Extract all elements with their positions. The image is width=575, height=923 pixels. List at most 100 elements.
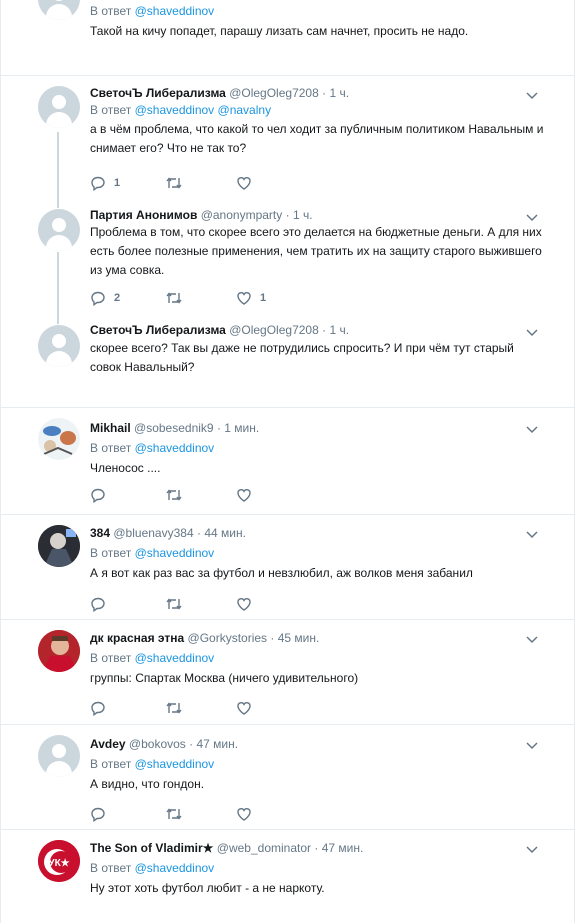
tweet[interactable]: 384 @bluenavy384 · 44 мин. В ответ @shav… [1, 515, 574, 619]
avatar[interactable] [38, 630, 80, 672]
author-name[interactable]: дк красная этна [90, 631, 184, 645]
reply-icon [90, 700, 106, 716]
author-name[interactable]: Партия Анонимов [90, 208, 197, 222]
reply-prefix: В ответ [90, 103, 132, 117]
tweet-time[interactable]: 1 ч. [293, 208, 313, 222]
mention-link[interactable]: @shaveddinov [135, 651, 215, 665]
like-button[interactable] [236, 699, 252, 717]
tweet-header: Партия Анонимов @anonymparty · 1 ч. [90, 208, 313, 222]
tweet[interactable]: Mikhail @sobesednik9 · 1 мин. В ответ @s… [1, 408, 574, 514]
tweet-time[interactable]: 44 мин. [204, 526, 246, 540]
avatar[interactable] [38, 735, 80, 777]
reply-prefix: В ответ [90, 651, 132, 665]
author-name[interactable]: Mikhail [90, 421, 131, 435]
tweet-header: 384 @bluenavy384 · 44 мин. [90, 526, 246, 540]
retweet-button[interactable] [165, 486, 183, 504]
avatar-logo-text: УК★ [48, 858, 69, 869]
mention-link[interactable]: @shaveddinov [135, 757, 215, 771]
tweet-time[interactable]: 47 мин. [322, 841, 364, 855]
author-handle[interactable]: @web_dominator [217, 841, 311, 855]
retweet-button[interactable] [165, 289, 183, 307]
chevron-down-icon[interactable] [525, 738, 539, 752]
tweet-text: Такой на кичу попадет, парашу лизать сам… [90, 24, 469, 38]
like-button[interactable] [236, 174, 252, 192]
mention-link[interactable]: @shaveddinov [135, 441, 215, 455]
avatar[interactable] [38, 325, 80, 367]
tweet[interactable]: Avdey @bokovos · 47 мин. В ответ @shaved… [1, 725, 574, 829]
reply-button[interactable] [90, 595, 106, 613]
tweet-actions [90, 699, 290, 717]
tweet-header: The Son of Vladimir★ @web_dominator · 47… [90, 841, 364, 855]
tweet[interactable]: УК★ The Son of Vladimir★ @web_dominator … [1, 830, 574, 923]
author-name[interactable]: The Son of Vladimir★ [90, 841, 213, 855]
chevron-down-icon[interactable] [525, 527, 539, 541]
retweet-button[interactable] [165, 595, 183, 613]
retweet-button[interactable] [165, 805, 183, 823]
author-name[interactable]: СветочЪ Либерализма [90, 323, 226, 337]
author-handle[interactable]: @bokovos [129, 737, 186, 751]
author-handle[interactable]: @OlegOleg7208 [229, 323, 319, 337]
heart-icon [236, 700, 252, 716]
author-name[interactable]: Avdey [90, 737, 126, 751]
reply-icon [90, 596, 106, 612]
tweet[interactable]: Партия Анонимов @anonymparty · 1 ч. Проб… [1, 200, 574, 316]
mention-link[interactable]: @navalny [218, 103, 272, 117]
tweet-time[interactable]: 45 мин. [278, 631, 320, 645]
avatar[interactable] [38, 418, 80, 460]
heart-icon [236, 806, 252, 822]
author-name[interactable]: СветочЪ Либерализма [90, 86, 226, 100]
mention-link[interactable]: @shaveddinov [135, 103, 215, 117]
reply-button[interactable]: 2 [90, 289, 120, 307]
mention-link[interactable]: @shaveddinov [135, 4, 215, 18]
mention-link[interactable]: @shaveddinov [135, 861, 215, 875]
avatar[interactable] [38, 525, 80, 567]
tweet[interactable]: дк красная этна @Gorkystories · 45 мин. … [1, 620, 574, 724]
chevron-down-icon[interactable] [525, 842, 539, 856]
tweet[interactable]: СветочЪ Либерализма @OlegOleg7208 · 1 ч.… [1, 76, 574, 200]
reply-button[interactable] [90, 699, 106, 717]
reply-icon [90, 806, 106, 822]
reply-context: В ответ @shaveddinov [90, 439, 544, 457]
like-button[interactable]: 1 [236, 289, 266, 307]
reply-button[interactable] [90, 805, 106, 823]
tweet-time[interactable]: 47 мин. [197, 737, 239, 751]
retweet-icon [165, 806, 183, 822]
chevron-down-icon[interactable] [525, 210, 539, 224]
tweet-actions: 1 [90, 174, 290, 192]
tweet[interactable]: СветочЪ Либерализма @OlegOleg7208 · 1 ч.… [1, 316, 574, 404]
retweet-button[interactable] [165, 174, 183, 192]
tweet-header: СветочЪ Либерализма @OlegOleg7208 · 1 ч. [90, 86, 350, 100]
reply-context: В ответ @shaveddinov [90, 544, 544, 562]
reply-button[interactable]: 1 [90, 174, 120, 192]
author-handle[interactable]: @OlegOleg7208 [229, 86, 319, 100]
reply-prefix: В ответ [90, 4, 132, 18]
chevron-down-icon[interactable] [525, 325, 539, 339]
tweet-time[interactable]: 1 ч. [329, 323, 349, 337]
author-name[interactable]: 384 [90, 526, 110, 540]
author-handle[interactable]: @Gorkystories [188, 631, 268, 645]
author-handle[interactable]: @sobesednik9 [134, 421, 214, 435]
like-button[interactable] [236, 486, 252, 504]
reply-prefix: В ответ [90, 441, 132, 455]
tweet-time[interactable]: 1 мин. [224, 421, 259, 435]
tweet-time[interactable]: 1 ч. [329, 86, 349, 100]
avatar[interactable] [38, 0, 80, 20]
retweet-button[interactable] [165, 699, 183, 717]
reply-button[interactable] [90, 486, 106, 504]
reply-prefix: В ответ [90, 546, 132, 560]
author-handle[interactable]: @anonymparty [201, 208, 283, 222]
avatar[interactable] [38, 209, 80, 251]
author-handle[interactable]: @bluenavy384 [113, 526, 193, 540]
like-button[interactable] [236, 805, 252, 823]
chevron-down-icon[interactable] [525, 632, 539, 646]
chevron-down-icon[interactable] [525, 422, 539, 436]
like-button[interactable] [236, 595, 252, 613]
tweet-text: А я вот как раз вас за футбол и невзлюби… [90, 566, 473, 580]
mention-link[interactable]: @shaveddinov [135, 546, 215, 560]
tweet[interactable]: В ответ @shaveddinov Такой на кичу попад… [1, 0, 574, 75]
avatar[interactable]: УК★ [38, 840, 80, 882]
chevron-down-icon[interactable] [525, 88, 539, 102]
avatar[interactable] [38, 86, 80, 128]
reply-count: 1 [114, 177, 121, 189]
heart-icon [236, 596, 252, 612]
